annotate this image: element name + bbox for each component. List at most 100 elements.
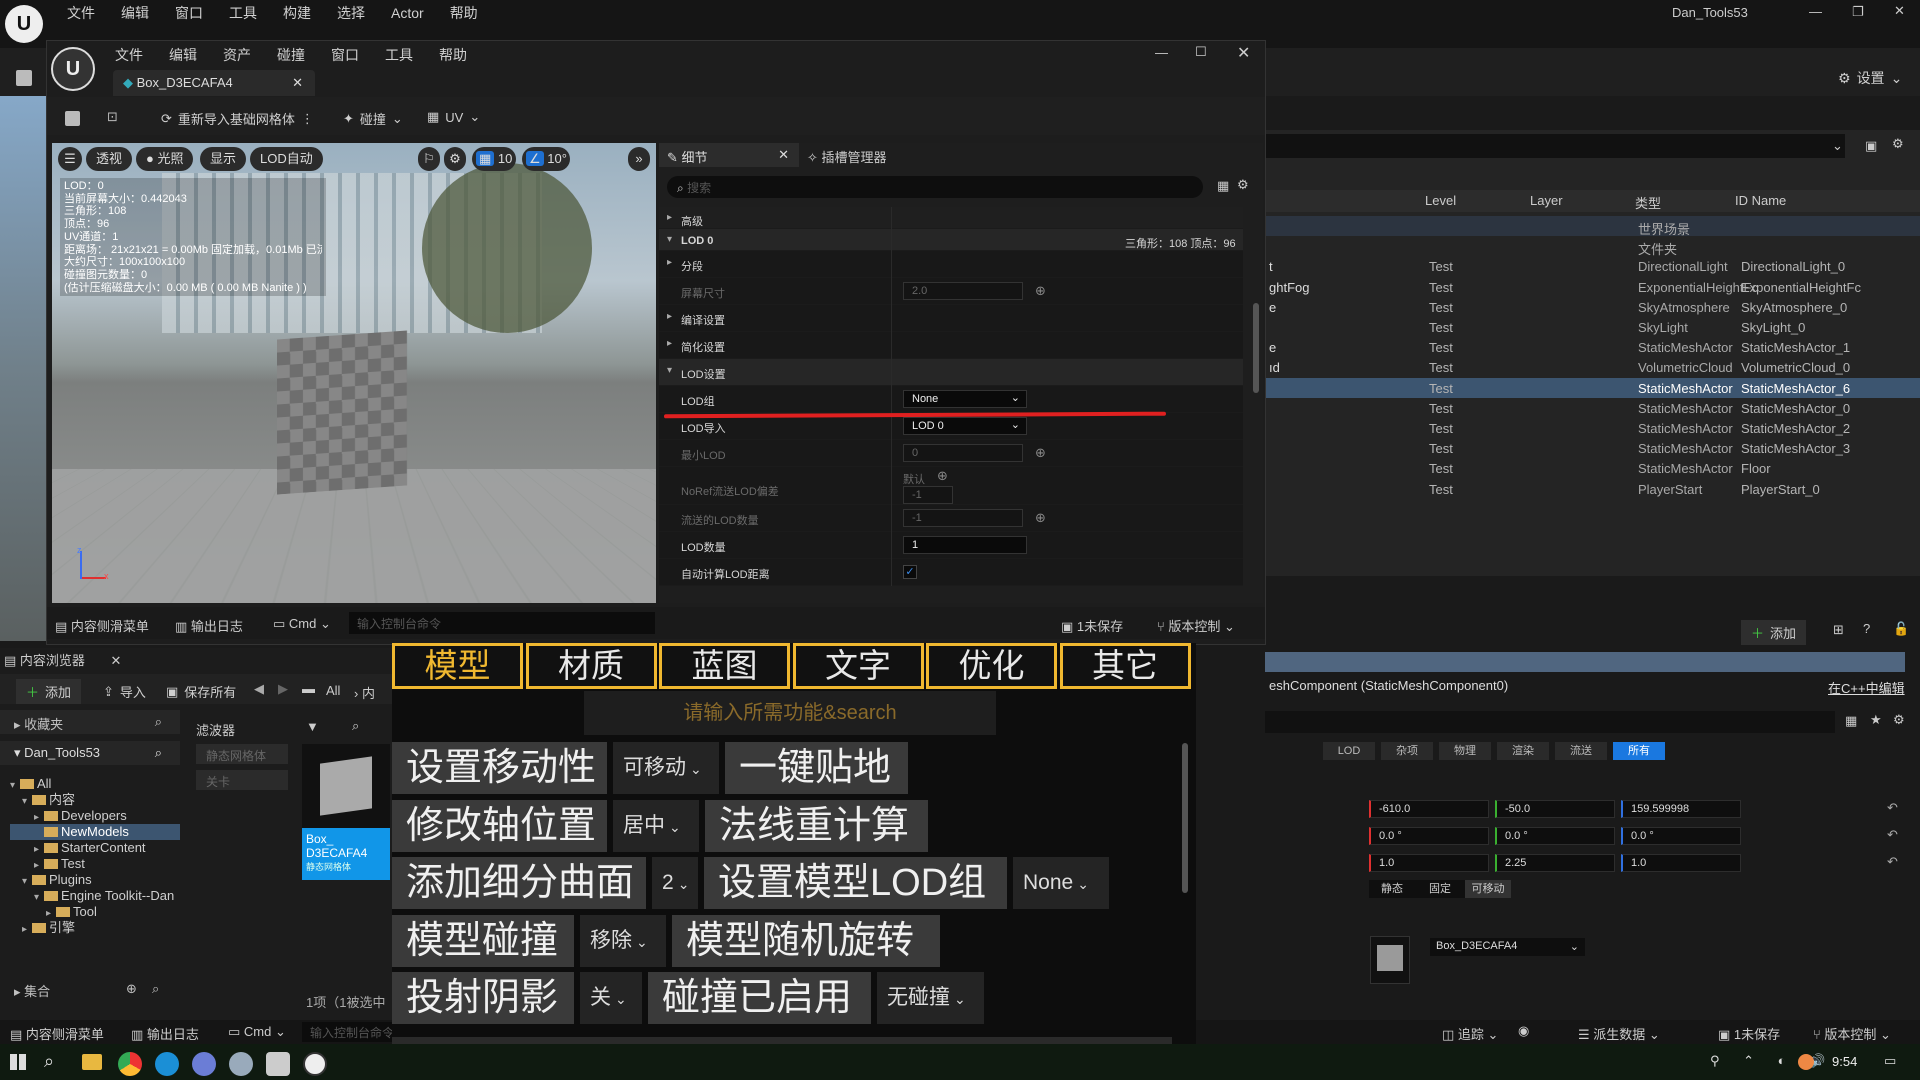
search-icon[interactable]: ⌕ xyxy=(44,1051,54,1072)
editor-menu-item[interactable]: 编辑 xyxy=(169,45,197,65)
file-explorer-icon[interactable] xyxy=(82,1054,102,1070)
search-icon[interactable]: ⌕ xyxy=(352,718,359,734)
folder-tree-item[interactable]: ▾ Plugins xyxy=(10,872,180,888)
unreal-taskbar-icon[interactable] xyxy=(303,1052,327,1076)
content-browser-tab[interactable]: ▤ 内容浏览器 ✕ xyxy=(4,650,121,669)
gear-icon[interactable]: ⚙ xyxy=(1892,136,1904,152)
show-button[interactable]: 显示 xyxy=(200,147,247,171)
main-menu-item[interactable]: 选择 xyxy=(337,3,365,23)
more-icon[interactable]: ⋮ xyxy=(301,111,314,127)
unreal-logo-icon[interactable]: U xyxy=(51,47,95,91)
outliner-row[interactable]: e Test StaticMeshActor StaticMeshActor_1 xyxy=(1265,337,1920,357)
outliner-row[interactable]: 文件夹 xyxy=(1265,236,1920,257)
expand-caret-icon[interactable]: ▾ xyxy=(667,234,672,245)
details-tab[interactable]: ✎ 细节 ✕ xyxy=(659,143,799,167)
editor-menu-item[interactable]: 窗口 xyxy=(331,45,359,65)
filter-tab[interactable]: 所有 xyxy=(1613,742,1665,760)
filter-tab[interactable]: 物理 xyxy=(1439,742,1491,760)
property-value[interactable]: 2.0 xyxy=(903,282,1023,300)
restore-button[interactable]: ❐ xyxy=(1852,4,1864,20)
outliner-row[interactable]: Test StaticMeshActor StaticMeshActor_6 xyxy=(1265,377,1920,398)
chrome-icon[interactable] xyxy=(118,1052,142,1076)
close-icon[interactable]: ✕ xyxy=(111,653,122,668)
folder-add-icon[interactable]: ▣ xyxy=(1865,138,1877,154)
editor-minimize-button[interactable]: — xyxy=(1155,45,1168,60)
details-row[interactable]: ▾ LOD 0 三角形：108 顶点：96 xyxy=(659,229,1243,251)
gear-icon[interactable]: ⚙ xyxy=(1237,177,1249,193)
folder-tree-item[interactable]: ▸ Developers xyxy=(10,808,180,824)
tool-tab[interactable]: 优化 xyxy=(926,643,1057,689)
tool-scrollbar[interactable] xyxy=(1182,743,1188,893)
expand-caret-icon[interactable]: ▸ xyxy=(667,257,672,268)
add-icon[interactable]: ⊕ xyxy=(1035,510,1046,526)
filter-tab[interactable]: LOD xyxy=(1323,742,1375,760)
details-row[interactable]: 最小LOD 0 ⊕ xyxy=(659,440,1243,467)
viewport[interactable]: LOD：0 当前屏幕大小：0.442043 三角形：108 顶点：96 UV通道：1 距离… xyxy=(52,143,656,603)
scale-field[interactable]: 1.0 xyxy=(1621,854,1741,872)
editor-content-drawer[interactable]: ▤ 内容侧滑菜单 xyxy=(55,616,149,635)
outliner-row[interactable]: Test StaticMeshActor StaticMeshActor_3 xyxy=(1265,438,1920,458)
property-dropdown[interactable]: None ⌄ xyxy=(903,390,1027,408)
windows-start-icon[interactable] xyxy=(10,1054,26,1070)
collision-dropdown[interactable]: ✦ 碰撞 ⌄ xyxy=(343,109,403,128)
tool-tab[interactable]: 材质 xyxy=(525,643,657,689)
minimize-button[interactable]: — xyxy=(1809,4,1822,19)
unsaved-button[interactable]: ▣ 1未保存 xyxy=(1718,1024,1780,1043)
close-icon[interactable]: ✕ xyxy=(778,147,789,163)
tray-app-icon[interactable] xyxy=(1798,1054,1814,1070)
app-icon-2[interactable] xyxy=(229,1052,253,1076)
rotation-field[interactable]: 0.0 ° xyxy=(1495,827,1615,845)
folder-tree-item[interactable]: ▾ Engine Toolkit--Dan xyxy=(10,888,180,904)
reset-icon[interactable]: ↶ xyxy=(1887,827,1898,843)
details-row[interactable]: 屏幕尺寸 2.0 ⊕ xyxy=(659,278,1243,305)
folder-tree-item[interactable]: ▸ StarterContent xyxy=(10,840,180,856)
edge-icon[interactable] xyxy=(155,1052,179,1076)
details-row[interactable]: 自动计算LOD距离 ✓ xyxy=(659,559,1243,586)
details-row[interactable]: ▸ 编译设置 xyxy=(659,305,1243,332)
grid-view-icon[interactable]: ▦ xyxy=(1217,178,1229,194)
filter-static-mesh[interactable]: 静态网格体 xyxy=(196,744,288,764)
details-row[interactable]: LOD数量 1 xyxy=(659,532,1243,559)
app-icon[interactable] xyxy=(192,1052,216,1076)
add-icon[interactable]: ⊕ xyxy=(126,981,137,997)
editor-cmd[interactable]: ▭ Cmd ⌄ xyxy=(273,616,331,632)
tool-tab[interactable]: 蓝图 xyxy=(659,643,790,689)
details-scrollbar[interactable] xyxy=(1253,303,1259,393)
output-log-button[interactable]: ▥ 输出日志 xyxy=(131,1024,199,1043)
tool-option-dropdown[interactable]: 无碰撞 ⌄ xyxy=(877,972,984,1024)
browse-icon[interactable]: ⊡ xyxy=(107,109,118,125)
search-icon[interactable]: ⌕ xyxy=(155,745,162,761)
folder-tree-item[interactable]: ▸ 引擎 xyxy=(10,920,180,936)
details-row[interactable]: ▸ 高级 xyxy=(659,207,1243,229)
notification-icon[interactable]: ▭ xyxy=(1884,1053,1896,1069)
uv-dropdown[interactable]: ▦ UV ⌄ xyxy=(427,109,480,125)
location-field[interactable]: -610.0 xyxy=(1369,800,1489,818)
lod-auto-button[interactable]: LOD自动 xyxy=(250,147,323,171)
expand-caret-icon[interactable]: ▾ xyxy=(667,365,672,376)
perspective-button[interactable]: 透视 xyxy=(86,147,133,171)
folder-tree-item[interactable]: ▸ Tool xyxy=(10,904,180,920)
editor-menu-item[interactable]: 文件 xyxy=(115,45,143,65)
main-menu-item[interactable]: Actor xyxy=(391,5,424,21)
tool-action-button[interactable]: 添加细分曲面 xyxy=(392,857,646,909)
editor-output-log[interactable]: ▥ 输出日志 xyxy=(175,616,243,635)
settings-button[interactable]: ⚙ 设置 ⌄ xyxy=(1838,68,1902,88)
grid-snap-toggle[interactable]: ▦ 10 xyxy=(472,147,516,171)
property-dropdown[interactable]: LOD 0 ⌄ xyxy=(903,417,1027,435)
asset-tile[interactable]: Box_ D3ECAFA4 静态网格体 xyxy=(302,744,390,880)
editor-menu-item[interactable]: 碰撞 xyxy=(277,45,305,65)
editor-maximize-button[interactable]: ☐ xyxy=(1195,44,1207,60)
add-component-button[interactable]: ＋添加 xyxy=(1741,620,1807,645)
lock-icon[interactable]: 🔓 xyxy=(1893,621,1909,637)
search-icon[interactable]: ⌕ xyxy=(155,714,162,730)
property-value[interactable]: -1 xyxy=(903,509,1023,527)
folder-tree-item[interactable]: ▾ All xyxy=(10,776,180,792)
source-control-button[interactable]: ⑂ 版本控制 ⌄ xyxy=(1813,1024,1891,1043)
folder-tree-item[interactable]: NewModels xyxy=(10,824,180,840)
viewport-menu-button[interactable]: ☰ xyxy=(58,147,82,171)
component-row-selected[interactable] xyxy=(1265,652,1905,672)
tool-action-button[interactable]: 修改轴位置 xyxy=(392,799,607,852)
editor-menu-item[interactable]: 资产 xyxy=(223,45,251,65)
property-value[interactable]: -1 xyxy=(903,486,953,504)
details-row[interactable]: NoRef流送LOD偏差 默认 ⊕ -1 xyxy=(659,467,1243,505)
